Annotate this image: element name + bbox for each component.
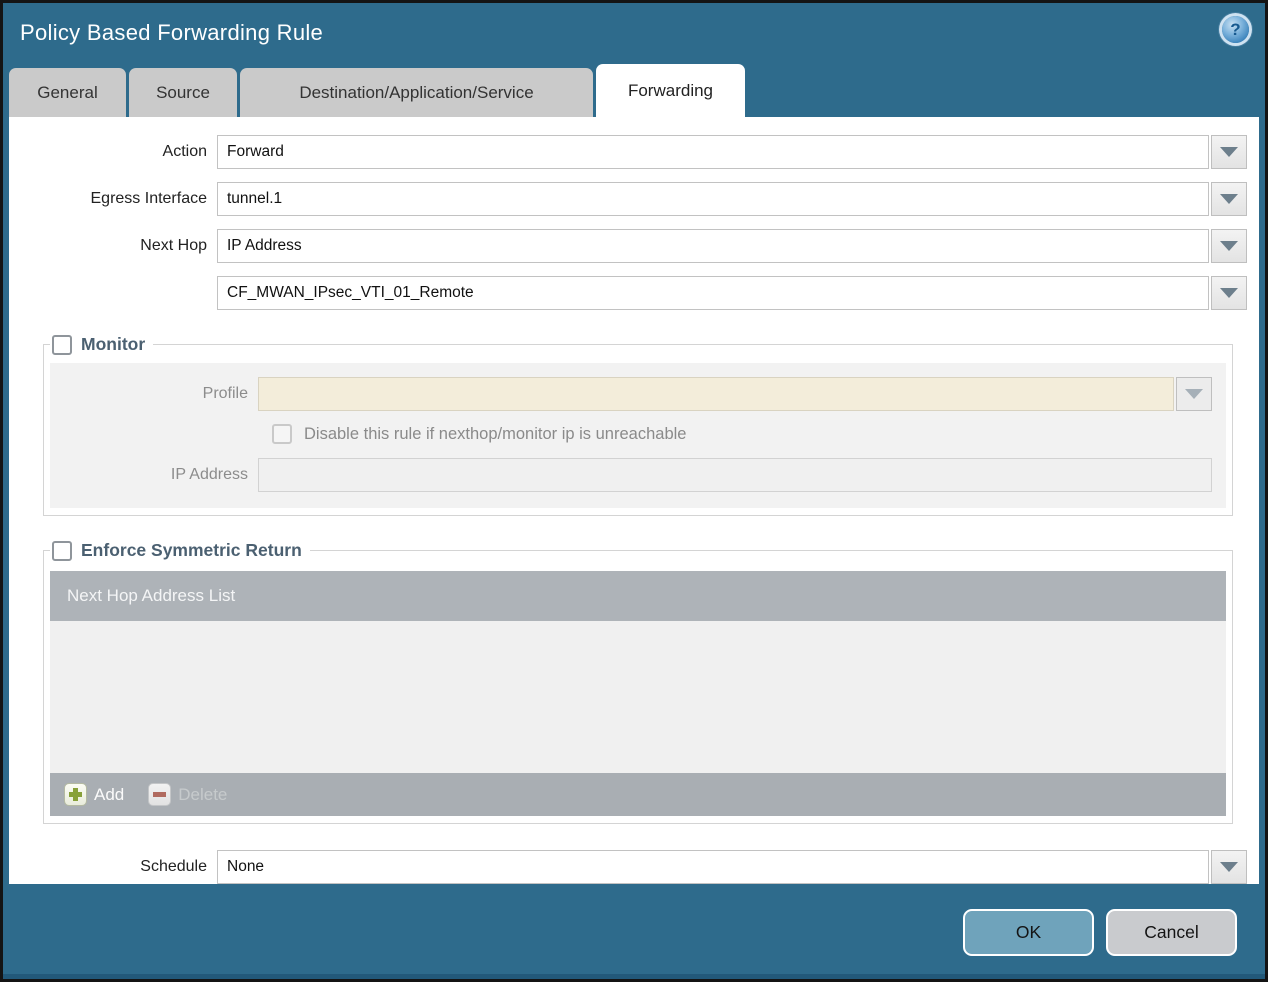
chevron-down-icon — [1220, 862, 1238, 872]
next-hop-address-list-header: Next Hop Address List — [50, 571, 1226, 621]
action-label: Action — [162, 143, 207, 160]
next-hop-row: Next Hop — [9, 229, 1247, 263]
schedule-label: Schedule — [140, 858, 207, 875]
chevron-down-icon — [1220, 288, 1238, 298]
next-hop-address-list-footer: Add Delete — [50, 773, 1226, 816]
add-button[interactable]: Add — [64, 783, 124, 806]
next-hop-address-list-body — [50, 621, 1226, 773]
action-combo — [217, 135, 1247, 169]
profile-dropdown-button — [1176, 377, 1212, 411]
monitor-ip-address-label: IP Address — [170, 466, 248, 483]
next-hop-type-dropdown-button[interactable] — [1211, 229, 1247, 263]
next-hop-address-list: Next Hop Address List Add Delete — [50, 571, 1226, 816]
profile-combo — [258, 377, 1212, 411]
action-dropdown-button[interactable] — [1211, 135, 1247, 169]
next-hop-label: Next Hop — [140, 237, 207, 254]
disable-rule-checkbox — [272, 424, 292, 444]
schedule-row: Schedule — [9, 850, 1247, 884]
monitor-group: Monitor Profile Disable this rule if nex… — [43, 334, 1233, 516]
next-hop-address-input[interactable] — [217, 276, 1209, 310]
profile-row: Profile — [50, 377, 1212, 411]
egress-interface-combo — [217, 182, 1247, 216]
monitor-panel: Profile Disable this rule if nexthop/mon… — [50, 363, 1226, 508]
symmetric-return-legend: Enforce Symmetric Return — [50, 540, 310, 561]
schedule-combo — [217, 850, 1247, 884]
delete-button-label: Delete — [178, 784, 228, 804]
next-hop-combo — [217, 229, 1247, 263]
schedule-input[interactable] — [217, 850, 1209, 884]
next-hop-address-combo — [217, 276, 1247, 310]
monitor-checkbox[interactable] — [52, 334, 72, 355]
schedule-dropdown-button[interactable] — [1211, 850, 1247, 884]
chevron-down-icon — [1220, 147, 1238, 157]
symmetric-return-checkbox[interactable] — [52, 540, 72, 561]
disable-rule-row: Disable this rule if nexthop/monitor ip … — [272, 424, 1212, 444]
monitor-ip-address-combo — [258, 458, 1212, 492]
profile-label: Profile — [202, 385, 248, 402]
monitor-legend: Monitor — [50, 334, 153, 355]
symmetric-return-legend-label: Enforce Symmetric Return — [81, 540, 302, 560]
egress-interface-dropdown-button[interactable] — [1211, 182, 1247, 216]
monitor-ip-address-row: IP Address — [50, 458, 1212, 492]
dialog-title: Policy Based Forwarding Rule — [20, 20, 324, 45]
chevron-down-icon — [1220, 194, 1238, 204]
tab-bar: General Source Destination/Application/S… — [3, 63, 1265, 117]
action-input[interactable] — [217, 135, 1209, 169]
next-hop-address-row — [9, 276, 1247, 310]
question-mark-glyph: ? — [1230, 20, 1241, 39]
chevron-down-icon — [1185, 389, 1203, 399]
egress-interface-input[interactable] — [217, 182, 1209, 216]
disable-rule-label: Disable this rule if nexthop/monitor ip … — [304, 424, 687, 443]
tab-forwarding[interactable]: Forwarding — [596, 64, 745, 117]
dialog-titlebar: Policy Based Forwarding Rule ? — [3, 3, 1265, 63]
plus-icon — [64, 783, 87, 806]
action-row: Action — [9, 135, 1247, 169]
next-hop-type-input[interactable] — [217, 229, 1209, 263]
chevron-down-icon — [1220, 241, 1238, 251]
monitor-legend-label: Monitor — [81, 334, 146, 354]
pbf-rule-dialog: Policy Based Forwarding Rule ? General S… — [0, 0, 1268, 982]
cancel-button[interactable]: Cancel — [1106, 909, 1237, 956]
profile-input — [258, 377, 1174, 411]
symmetric-return-group: Enforce Symmetric Return Next Hop Addres… — [43, 540, 1233, 824]
egress-interface-label: Egress Interface — [90, 190, 208, 207]
help-icon[interactable]: ? — [1222, 16, 1249, 43]
add-button-label: Add — [94, 784, 125, 804]
next-hop-address-dropdown-button[interactable] — [1211, 276, 1247, 310]
delete-button: Delete — [148, 783, 227, 806]
dialog-footer: OK Cancel — [3, 884, 1265, 979]
minus-icon — [148, 783, 172, 806]
tab-source[interactable]: Source — [129, 68, 237, 117]
ok-button[interactable]: OK — [963, 909, 1094, 956]
egress-interface-row: Egress Interface — [9, 182, 1247, 216]
tab-destination-application-service[interactable]: Destination/Application/Service — [240, 68, 593, 117]
forwarding-tab-panel: Action Egress Interface Next Hop — [9, 117, 1259, 884]
monitor-ip-address-input — [258, 458, 1212, 492]
tab-general[interactable]: General — [9, 68, 126, 117]
